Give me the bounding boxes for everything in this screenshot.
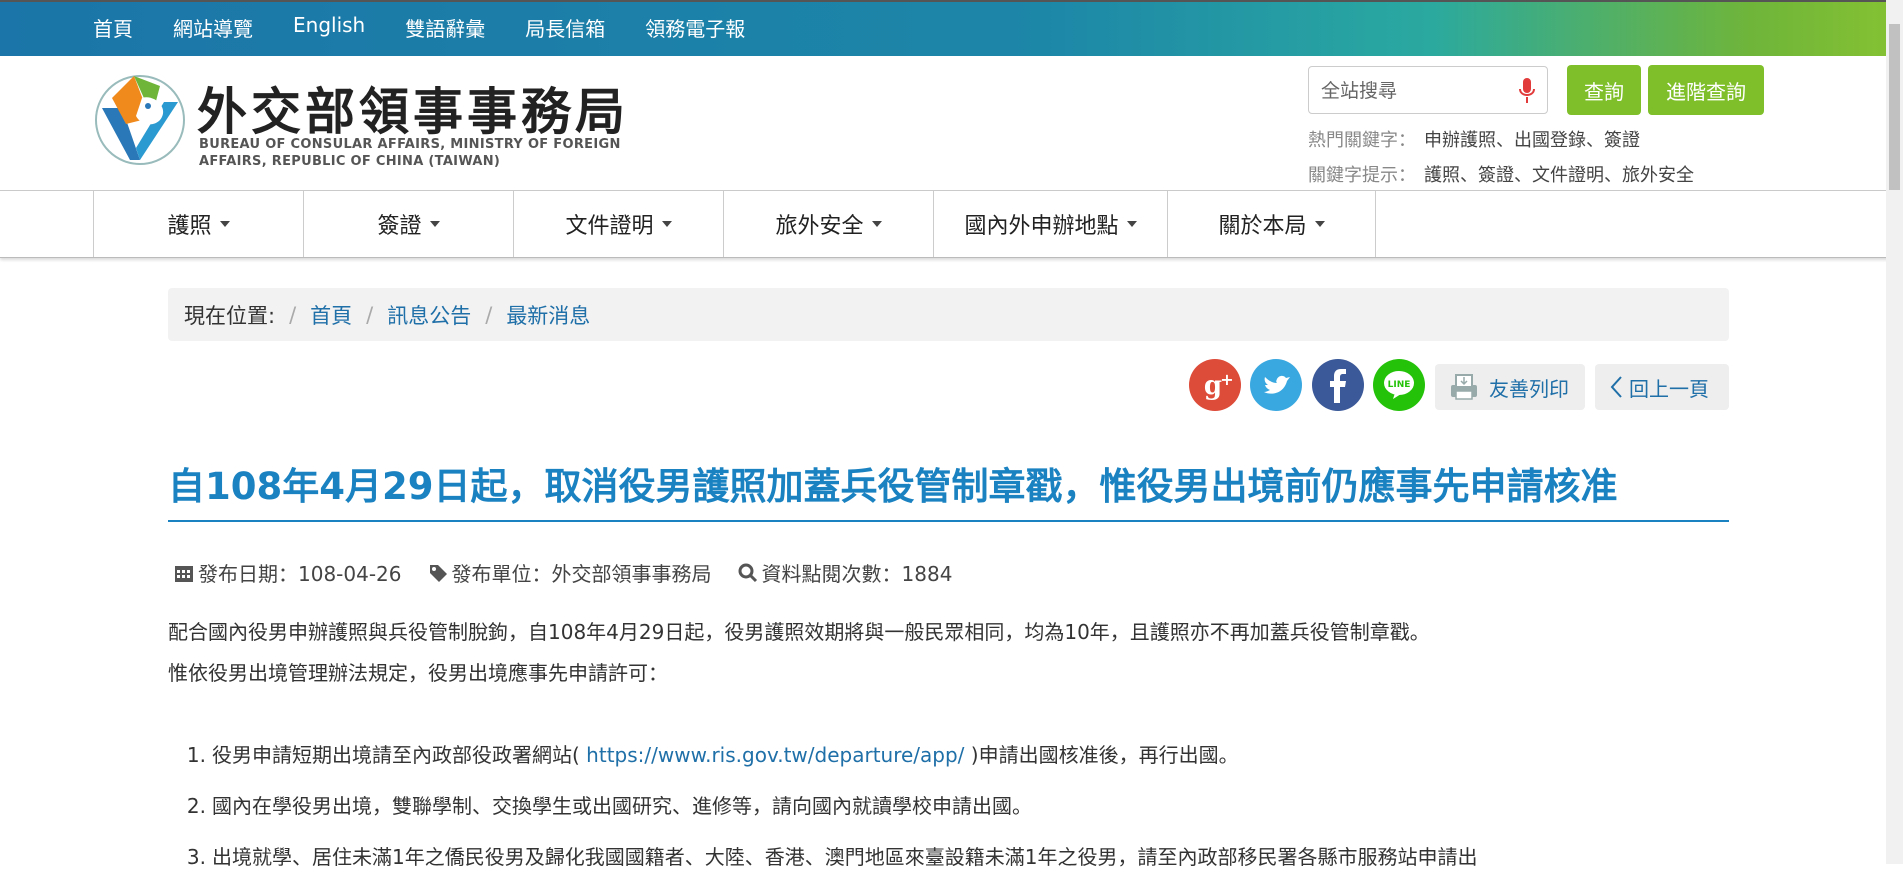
topnav-english[interactable]: English [293, 13, 365, 42]
nav-service-locations[interactable]: 國內外申辦地點 [934, 191, 1168, 257]
list-item-text: 國內在學役男出境，雙聯學制、交換學生或出國研究、進修等，請向國內就讀學校申請出國… [212, 794, 1032, 818]
caret-down-icon [871, 221, 882, 227]
publish-date: 發布日期：108-04-26 [174, 558, 402, 587]
breadcrumb-latest-news[interactable]: 最新消息 [506, 300, 590, 330]
site-title[interactable]: 外交部領事事務局 [197, 72, 629, 144]
article-paragraph-1: 配合國內役男申辦護照與兵役管制脫鉤，自108年4月29日起，役男護照效期將與一般… [168, 620, 1430, 644]
publish-unit: 發布單位：外交部領事事務局 [428, 558, 712, 587]
hot-keywords: 熱門關鍵字： 申辦護照、出國登錄、簽證 [1308, 126, 1640, 152]
nav-visa-label: 簽證 [377, 214, 422, 239]
publish-date-text: 發布日期：108-04-26 [198, 562, 402, 586]
google-plus-icon: g + [1189, 359, 1241, 411]
breadcrumb-announcements[interactable]: 訊息公告 [387, 300, 471, 330]
topnav-home[interactable]: 首頁 [93, 13, 133, 42]
keyword-hints: 關鍵字提示： 護照、簽證、文件證明、旅外安全 [1308, 161, 1694, 187]
article-title: 自108年4月29日起，取消役男護照加蓋兵役管制章戳，惟役男出境前仍應事先申請核… [168, 465, 1618, 508]
list-item-text-end: )申請出國核准後，再行出國。 [970, 743, 1239, 767]
nav-about-label: 關於本局 [1218, 214, 1307, 239]
breadcrumb-separator: / [289, 302, 297, 327]
svg-text:LINE: LINE [1388, 380, 1411, 390]
facebook-icon [1312, 359, 1364, 411]
boca-logo-icon[interactable] [90, 68, 190, 168]
friendly-print-label: 友善列印 [1489, 376, 1569, 401]
nav-travel-safety[interactable]: 旅外安全 [724, 191, 934, 257]
search-box [1308, 66, 1548, 114]
topnav-newsletter[interactable]: 領務電子報 [645, 13, 745, 42]
breadcrumb-label: 現在位置: [184, 303, 276, 328]
hot-keywords-links[interactable]: 申辦護照、出國登錄、簽證 [1424, 130, 1640, 151]
topnav-sitemap[interactable]: 網站導覽 [173, 13, 253, 42]
view-count: 資料點閱次數：1884 [738, 558, 953, 587]
header: 外交部領事事務局 BUREAU OF CONSULAR AFFAIRS, MIN… [0, 56, 1903, 191]
hot-keywords-label: 熱門關鍵字： [1308, 130, 1416, 151]
share-twitter-button[interactable] [1250, 359, 1302, 411]
top-nav: 首頁 網站導覽 English 雙語辭彙 局長信箱 領務電子報 [93, 13, 785, 42]
article-meta: 發布日期：108-04-26 發布單位：外交部領事事務局 資料點閱次數：1884 [174, 558, 978, 587]
share-facebook-button[interactable] [1312, 359, 1364, 411]
page-scrollbar[interactable] [1886, 0, 1903, 864]
go-back-label: 回上一頁 [1629, 376, 1709, 401]
caret-down-icon [661, 221, 672, 227]
friendly-print-button[interactable]: 友善列印 [1435, 364, 1585, 410]
nav-passport-label: 護照 [167, 214, 212, 239]
list-item-number: 1. [186, 743, 206, 767]
main-nav: 護照 簽證 文件證明 旅外安全 國內外申辦地點 關於本局 [0, 191, 1903, 258]
list-item-text: 役男申請短期出境請至內政部役政署網站( [212, 743, 580, 767]
calendar-icon [175, 565, 193, 582]
list-item: 2. 國內在學役男出境，雙聯學制、交換學生或出國研究、進修等，請向國內就讀學校申請… [168, 790, 1032, 819]
share-line-button[interactable]: LINE [1373, 359, 1425, 411]
keyword-hints-links[interactable]: 護照、簽證、文件證明、旅外安全 [1424, 165, 1694, 186]
topnav-glossary[interactable]: 雙語辭彙 [405, 13, 485, 42]
ris-departure-link[interactable]: https://www.ris.gov.tw/departure/app/ [580, 743, 971, 767]
site-english-line2: AFFAIRS, REPUBLIC OF CHINA (TAIWAN) [199, 154, 501, 169]
search-input[interactable] [1319, 75, 1513, 107]
caret-down-icon [219, 221, 230, 227]
top-border [0, 0, 1903, 2]
go-back-button[interactable]: 回上一頁 [1595, 364, 1729, 410]
printer-icon [1451, 374, 1477, 400]
list-item-number: 3. [186, 845, 206, 869]
nav-document-label: 文件證明 [565, 214, 654, 239]
twitter-bird-icon [1250, 359, 1302, 411]
caret-down-icon [1314, 221, 1325, 227]
breadcrumb-separator: / [485, 302, 493, 327]
nav-passport[interactable]: 護照 [94, 191, 304, 257]
title-divider [168, 520, 1729, 522]
list-item: 3. 出境就學、居住未滿1年之僑民役男及歸化我國國籍者、大陸、香港、澳門地區來臺設… [168, 841, 1478, 870]
advanced-search-button[interactable]: 進階查詢 [1648, 65, 1764, 115]
article-paragraph-2: 惟依役男出境管理辦法規定，役男出境應事先申請許可： [168, 661, 668, 685]
caret-down-icon [1126, 221, 1137, 227]
list-item-text: 出境就學、居住未滿1年之僑民役男及歸化我國國籍者、大陸、香港、澳門地區來臺設籍未… [212, 845, 1478, 869]
caret-down-icon [429, 221, 440, 227]
publish-unit-text: 發布單位：外交部領事事務局 [451, 562, 712, 586]
tag-icon [429, 564, 447, 582]
list-item: 1. 役男申請短期出境請至內政部役政署網站( https://www.ris.go… [168, 739, 1239, 768]
site-english-name: BUREAU OF CONSULAR AFFAIRS, MINISTRY OF … [199, 136, 621, 170]
breadcrumb-separator: / [366, 302, 374, 327]
share-google-plus-button[interactable]: g + [1189, 359, 1241, 411]
topnav-director-mailbox[interactable]: 局長信箱 [525, 13, 605, 42]
top-bar: 首頁 網站導覽 English 雙語辭彙 局長信箱 領務電子報 [0, 0, 1903, 56]
nav-visa[interactable]: 簽證 [304, 191, 514, 257]
microphone-icon[interactable] [1517, 77, 1537, 105]
nav-travel-safety-label: 旅外安全 [775, 214, 864, 239]
chevron-left-icon [1610, 376, 1622, 398]
keyword-hints-label: 關鍵字提示： [1308, 165, 1416, 186]
line-icon: LINE [1373, 359, 1425, 411]
list-item-number: 2. [186, 794, 206, 818]
nav-service-locations-label: 國內外申辦地點 [964, 214, 1119, 239]
search-button[interactable]: 查詢 [1567, 65, 1641, 115]
view-count-text: 資料點閱次數：1884 [761, 562, 953, 586]
breadcrumb-home[interactable]: 首頁 [310, 300, 352, 330]
nav-document-authentication[interactable]: 文件證明 [514, 191, 724, 257]
search-icon [738, 563, 757, 582]
site-english-line1: BUREAU OF CONSULAR AFFAIRS, MINISTRY OF … [199, 137, 621, 152]
scrollbar-thumb[interactable] [1889, 24, 1900, 190]
nav-about[interactable]: 關於本局 [1168, 191, 1376, 257]
breadcrumb: 現在位置: / 首頁 / 訊息公告 / 最新消息 [168, 288, 1729, 341]
main-nav-items: 護照 簽證 文件證明 旅外安全 國內外申辦地點 關於本局 [93, 191, 1376, 257]
svg-text:+: + [1220, 370, 1233, 389]
